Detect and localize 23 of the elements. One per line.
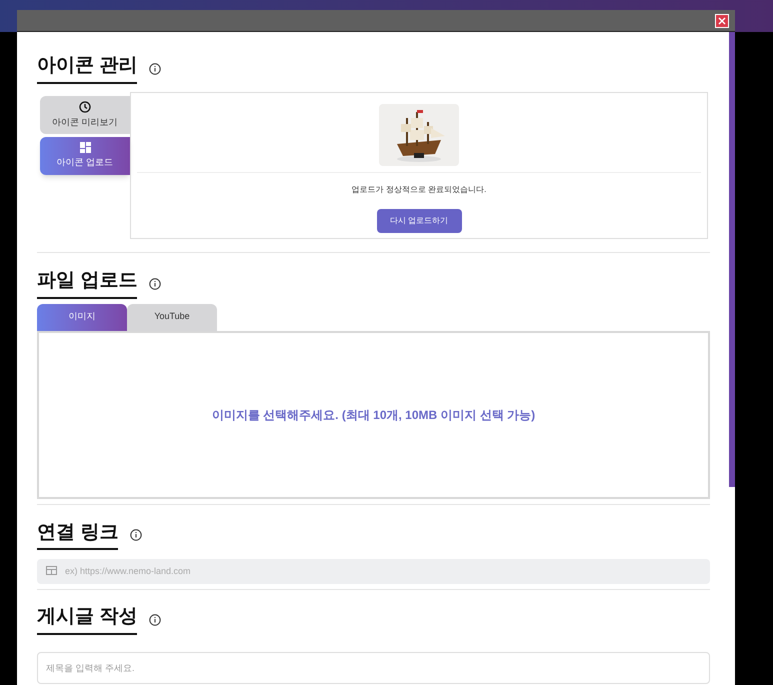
media-tab[interactable]: 이미지 (37, 304, 127, 330)
close-icon (718, 16, 726, 24)
section-title: 연결 링크 (37, 520, 118, 550)
side-tab[interactable]: 아이콘 업로드 (40, 136, 130, 175)
upload-message: 업로드가 정상적으로 완료되었습니다. (352, 184, 486, 196)
section-title: 파일 업로드 (37, 268, 138, 298)
reupload-button[interactable]: 다시 업로드하기 (376, 208, 462, 233)
info-icon[interactable] (149, 614, 162, 626)
title-field[interactable]: 제목을 입력해 주세요. (37, 652, 710, 684)
link-field[interactable]: ex) https://www.nemo-land.com (37, 558, 710, 584)
grid-icon (80, 142, 90, 153)
drop-hint: 이미지를 선택해주세요. (최대 10개, 10MB 이미지 선택 가능) (212, 406, 536, 424)
clock-icon (79, 100, 91, 112)
side-tab[interactable]: 아이콘 미리보기 (40, 96, 130, 134)
info-icon[interactable] (130, 529, 142, 542)
section-title: 아이콘 관리 (37, 54, 138, 84)
browser-window-icon (46, 566, 57, 576)
image-drop-area[interactable]: 이미지를 선택해주세요. (최대 10개, 10MB 이미지 선택 가능) (37, 330, 710, 498)
info-icon[interactable] (149, 62, 162, 75)
media-tab[interactable]: YouTube (127, 304, 217, 330)
section-title: 게시글 작성 (37, 605, 138, 635)
close-button[interactable] (715, 14, 729, 28)
info-icon[interactable] (149, 278, 162, 290)
